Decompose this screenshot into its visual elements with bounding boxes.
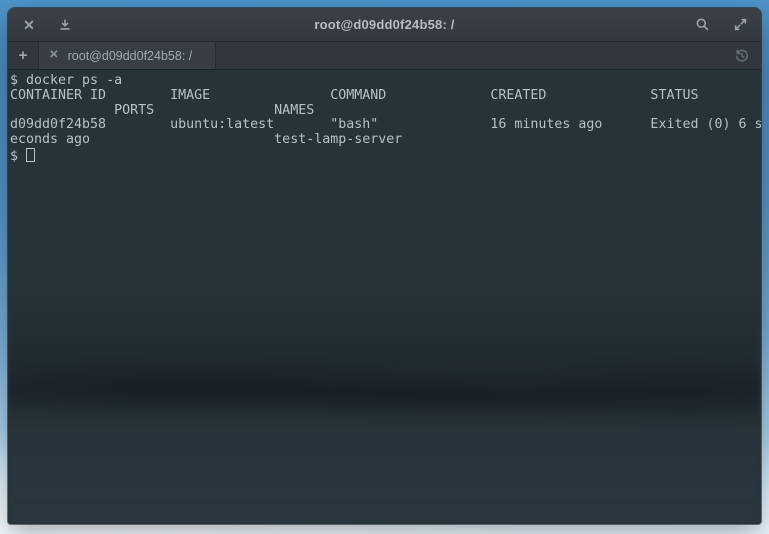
tab-active[interactable]: ✕ root@d09dd0f24b58: / <box>39 42 216 69</box>
search-icon <box>695 17 710 32</box>
search-button[interactable] <box>693 16 711 34</box>
terminal-prompt-line: $ <box>10 148 761 163</box>
history-icon <box>734 48 750 64</box>
terminal-line: d09dd0f24b58 ubuntu:latest "bash" 16 min… <box>10 118 761 133</box>
titlebar-right-controls <box>693 16 749 34</box>
terminal-cursor <box>26 148 35 162</box>
tab-close-icon: ✕ <box>49 49 59 61</box>
terminal-line: PORTS NAMES <box>10 104 761 119</box>
plus-icon: + <box>19 47 28 64</box>
download-icon <box>58 18 72 32</box>
terminal-output: $ docker ps -aCONTAINER ID IMAGE COMMAND… <box>8 70 761 163</box>
titlebar: ✕ root@d09dd0f24b58: / <box>8 8 761 42</box>
window-title: root@d09dd0f24b58: / <box>8 17 761 32</box>
tabbar-spacer <box>216 42 723 69</box>
new-tab-button[interactable]: + <box>8 42 39 69</box>
close-window-button[interactable]: ✕ <box>20 16 38 34</box>
close-icon: ✕ <box>23 18 35 32</box>
shell-prompt: $ <box>10 149 26 164</box>
terminal-line: CONTAINER ID IMAGE COMMAND CREATED STATU… <box>10 89 761 104</box>
history-button[interactable] <box>723 42 761 69</box>
tab-title: root@d09dd0f24b58: / <box>68 49 193 63</box>
fullscreen-icon <box>733 17 748 32</box>
desktop: { "window": { "title": "root@d09dd0f24b5… <box>0 0 769 534</box>
terminal-line: econds ago test-lamp-server <box>10 133 761 148</box>
terminal-screen[interactable]: $ docker ps -aCONTAINER ID IMAGE COMMAND… <box>8 70 761 524</box>
download-button[interactable] <box>56 16 74 34</box>
fullscreen-button[interactable] <box>731 16 749 34</box>
tab-close-button[interactable]: ✕ <box>49 50 59 62</box>
tabbar: + ✕ root@d09dd0f24b58: / <box>8 42 761 70</box>
titlebar-left-controls: ✕ <box>20 16 74 34</box>
terminal-window: ✕ root@d09dd0f24b58: / <box>8 8 761 524</box>
terminal-line: $ docker ps -a <box>10 74 761 89</box>
